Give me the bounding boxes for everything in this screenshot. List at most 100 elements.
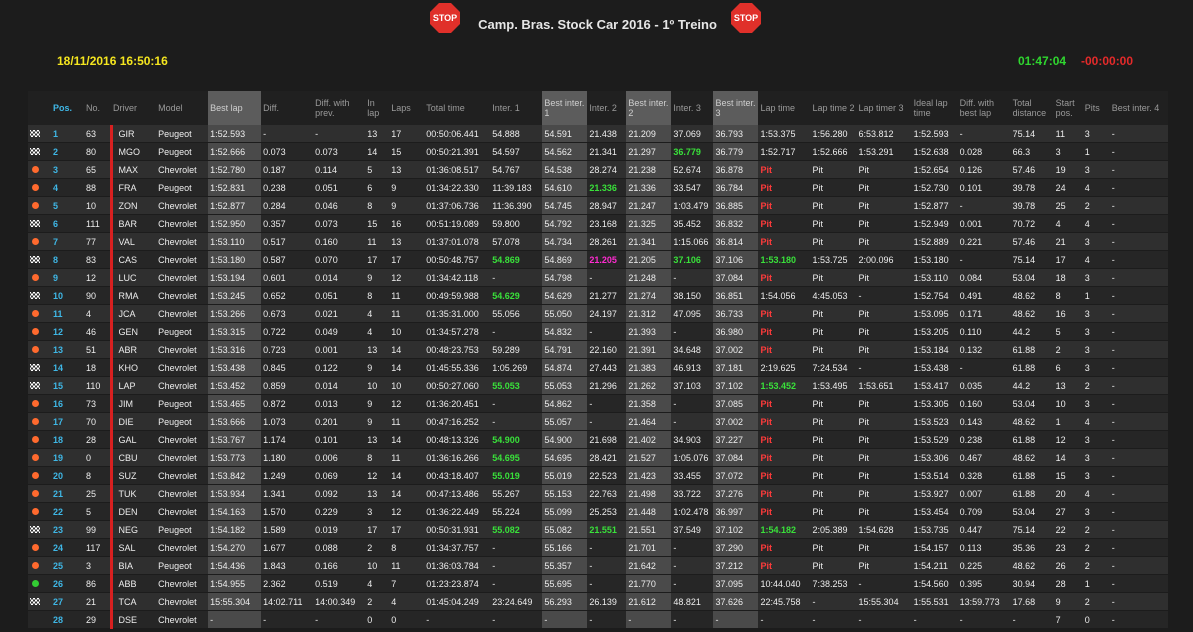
table-row[interactable]: 24 117 SAL Chevrolet 1:54.270 1.677 0.088 2 8 01:… [28, 538, 1168, 557]
table-cell: 0.113 [957, 538, 1011, 557]
table-row[interactable]: 2 80 MGO Peugeot 1:52.666 0.073 0.073 14 15 00:50… [28, 142, 1168, 161]
table-row[interactable]: 5 10 ZON Chevrolet 1:52.877 0.284 0.046 8 9 01:37… [28, 196, 1168, 215]
table-cell: 1.843 [261, 556, 314, 575]
table-row[interactable]: 14 18 KHO Chevrolet 1:53.438 0.845 0.122 9 14 01:… [28, 358, 1168, 377]
table-cell: 0.073 [313, 214, 366, 233]
table-row[interactable]: 9 12 LUC Chevrolet 1:53.194 0.601 0.014 9 12 01:3… [28, 268, 1168, 287]
table-row[interactable]: 16 73 JIM Peugeot 1:53.465 0.872 0.013 9 12 01:36… [28, 394, 1168, 413]
table-cell: 54.629 [542, 286, 588, 305]
in-pit-dot-icon [32, 471, 39, 479]
table-cell: 54.734 [542, 232, 588, 251]
table-cell: Pit [758, 556, 811, 575]
table-cell: 21.770 [626, 574, 672, 593]
checkered-flag-icon [30, 291, 40, 299]
table-cell: 1:52.949 [911, 214, 958, 233]
table-cell: Pit [758, 484, 811, 503]
table-row[interactable]: 13 51 ABR Chevrolet 1:53.316 0.723 0.001 13 14 00… [28, 340, 1168, 359]
table-cell: 1:02.478 [671, 502, 714, 521]
table-cell: 55.695 [542, 574, 588, 593]
in-pit-dot-icon [32, 201, 39, 209]
in-pit-dot-icon [32, 489, 39, 497]
column-header: Start pos. [1053, 91, 1083, 125]
table-cell: 37.085 [713, 394, 759, 413]
table-row[interactable]: 8 83 CAS Chevrolet 1:53.180 0.587 0.070 17 17 00:… [28, 250, 1168, 269]
table-cell: Chevrolet [156, 232, 209, 251]
in-pit-dot-icon [32, 237, 39, 245]
table-cell: 1:54.560 [911, 574, 958, 593]
table-cell: 37.084 [713, 268, 759, 287]
table-row[interactable]: 28 29 DSE Chevrolet - - -0 0- - - - - - - - - - - - -7 0- [28, 610, 1168, 629]
table-cell: 36.779 [671, 142, 714, 161]
table-cell: GIR [109, 125, 157, 143]
table-row[interactable]: 1 63 GIR Peugeot 1:52.593- -13 17 00:50:06.441 5… [28, 125, 1168, 143]
table-cell: 0.028 [957, 142, 1011, 161]
table-cell: 55.153 [542, 484, 588, 503]
table-cell: 9 [365, 412, 390, 431]
table-cell: 2 [365, 592, 390, 611]
table-cell: 21.238 [626, 160, 672, 179]
table-cell: 54.629 [490, 286, 543, 305]
table-cell: 36.814 [713, 232, 759, 251]
table-cell: - [856, 358, 912, 377]
table-cell: 36.851 [713, 286, 759, 305]
table-row[interactable]: 3 65 MAX Chevrolet 1:52.780 0.187 0.114 5 13 01:3… [28, 160, 1168, 179]
table-row[interactable]: 19 0 CBU Chevrolet 1:53.773 1.180 0.006 8 11 01:3… [28, 448, 1168, 467]
table-cell: 21.402 [626, 430, 672, 449]
table-row[interactable]: 25 3 BIA Peugeot 1:54.436 1.843 0.166 10 11 01:36… [28, 556, 1168, 575]
table-cell: Pit [810, 538, 857, 557]
table-cell: 0.171 [957, 304, 1011, 323]
table-row[interactable]: 22 5 DEN Chevrolet 1:54.163 1.570 0.229 3 12 01:3… [28, 502, 1168, 521]
table-row[interactable]: 26 86 ABB Chevrolet 1:54.955 2.362 0.519 4 7 01:2… [28, 574, 1168, 593]
table-cell: 2.362 [261, 574, 314, 593]
table-cell: Pit [856, 304, 912, 323]
table-cell: 37.102 [713, 520, 759, 539]
table-row[interactable]: 12 46 GEN Peugeot 1:53.315 0.722 0.049 4 10 01:34… [28, 322, 1168, 341]
table-row[interactable]: 15 110 LAP Chevrolet 1:53.452 0.859 0.014 10 10 0… [28, 376, 1168, 395]
table-cell: 1:53.842 [208, 466, 262, 485]
table-cell: - [587, 394, 627, 413]
table-row[interactable]: 18 28 GAL Chevrolet 1:53.767 1.174 0.101 13 14 00… [28, 430, 1168, 449]
table-cell: Peugeot [156, 394, 209, 413]
table-cell: - [671, 574, 714, 593]
table-cell: 17 [389, 250, 425, 269]
table-cell: 86 [84, 574, 112, 593]
column-header: Inter. 1 [490, 91, 543, 125]
table-row[interactable]: 7 77 VAL Chevrolet 1:53.110 0.517 0.160 11 13 01:… [28, 232, 1168, 251]
table-cell: 15 [51, 376, 85, 395]
in-pit-dot-icon [32, 183, 39, 191]
table-row[interactable]: 21 25 TUK Chevrolet 1:53.934 1.341 0.092 13 14 00… [28, 484, 1168, 503]
table-row[interactable]: 6 111 BAR Chevrolet 1:52.950 0.357 0.073 15 16 00… [28, 214, 1168, 233]
table-row[interactable]: 4 88 FRA Peugeot 1:52.831 0.238 0.051 6 9 01:34:2… [28, 178, 1168, 197]
table-cell: Pit [758, 430, 811, 449]
checkered-flag-icon [30, 363, 40, 371]
table-cell: 3 [1082, 232, 1110, 251]
table-cell: - [957, 196, 1011, 215]
table-cell: 23:24.649 [490, 592, 543, 611]
table-cell: 5 [365, 160, 390, 179]
table-row[interactable]: 23 99 NEG Peugeot 1:54.182 1.589 0.019 17 17 00:5… [28, 520, 1168, 539]
table-row[interactable]: 27 21 TCA Chevrolet 15:55.304 14:02.711 14:00.… [28, 592, 1168, 611]
table-cell: 55.082 [490, 520, 543, 539]
table-cell: - [587, 556, 627, 575]
table-row[interactable]: 11 4 JCA Chevrolet 1:53.266 0.673 0.021 4 11 01:3… [28, 304, 1168, 323]
table-cell: 21.383 [626, 358, 672, 377]
table-cell: 117 [84, 538, 112, 557]
status-icon [28, 160, 52, 179]
table-cell: - [542, 610, 588, 629]
table-cell: 30.94 [1010, 574, 1054, 593]
table-cell: - [1109, 520, 1168, 539]
table-cell: 0.872 [261, 394, 314, 413]
table-row[interactable]: 17 70 DIE Peugeot 1:53.666 1.073 0.201 9 11 00:47… [28, 412, 1168, 431]
checkered-flag-icon [30, 129, 40, 137]
table-cell: 27 [51, 592, 85, 611]
table-row[interactable]: 10 90 RMA Chevrolet 1:53.245 0.652 0.051 8 11 00:… [28, 286, 1168, 305]
table-cell: 12 [365, 466, 390, 485]
table-cell: 54.792 [542, 214, 588, 233]
table-cell: 0.014 [313, 376, 366, 395]
table-cell: ABR [109, 340, 157, 359]
table-cell: 55.050 [542, 304, 588, 323]
table-cell: 53.04 [1010, 502, 1054, 521]
table-cell: 0.114 [313, 160, 366, 179]
table-cell: 0.284 [261, 196, 314, 215]
table-row[interactable]: 20 8 SUZ Chevrolet 1:53.842 1.249 0.069 12 14 00:… [28, 466, 1168, 485]
